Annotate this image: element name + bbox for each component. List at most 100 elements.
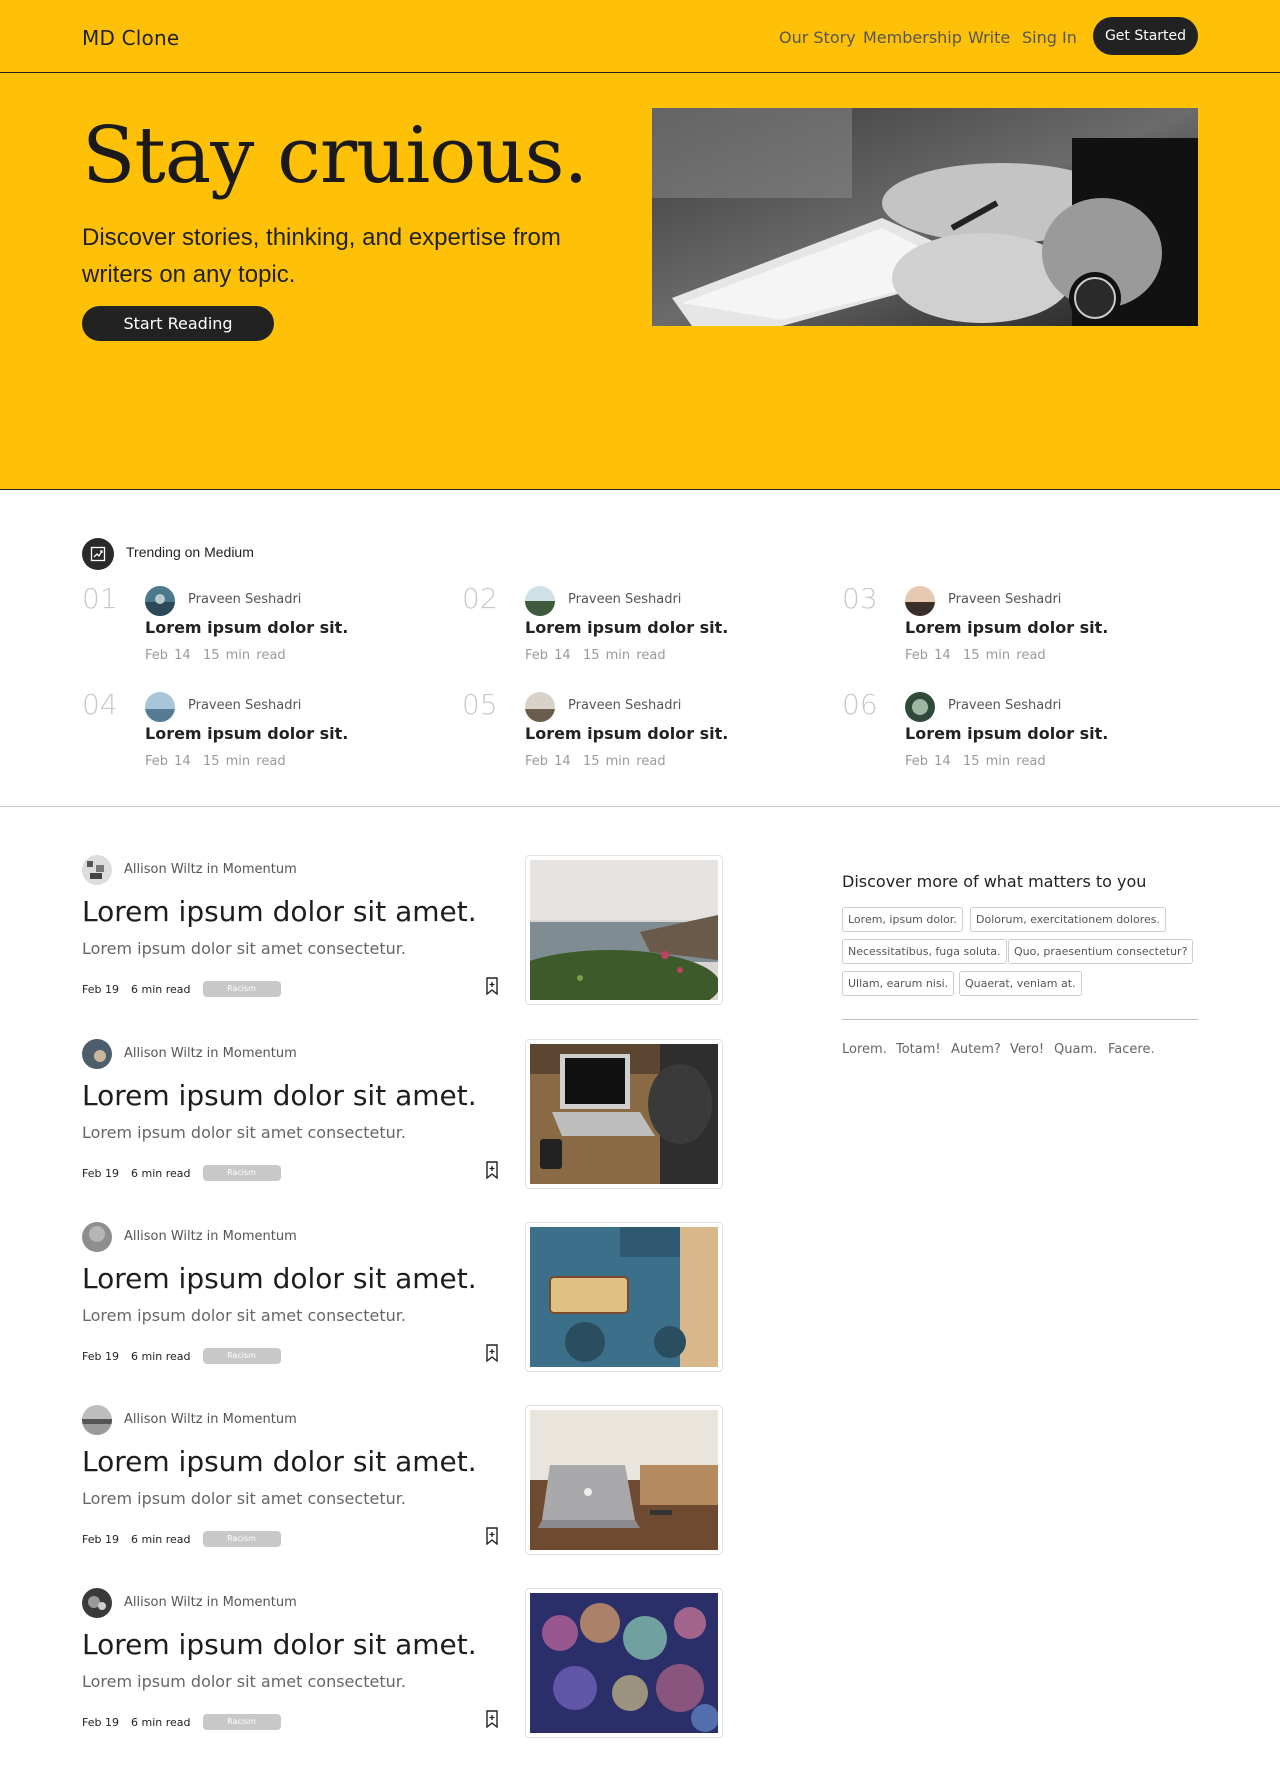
post-title[interactable]: Lorem ipsum dolor sit amet. (82, 1262, 477, 1295)
bookmark-icon[interactable] (484, 1710, 500, 1729)
get-started-button[interactable]: Get Started (1093, 17, 1198, 55)
hero-image (652, 108, 1198, 326)
post-image[interactable] (525, 855, 723, 1005)
post-card[interactable]: Allison Wiltz in Momentum Lorem ipsum do… (82, 1039, 723, 1224)
post-subtitle: Lorem ipsum dolor sit amet consectetur. (82, 1306, 406, 1325)
trending-meta: Feb 14 15 min read (145, 648, 286, 663)
topic-chip[interactable]: Quo, praesentium consectetur? (1008, 939, 1194, 964)
footer-link[interactable]: Vero! (1010, 1042, 1044, 1057)
trending-number: 04 (82, 688, 118, 721)
bookmark-icon[interactable] (484, 1527, 500, 1546)
post-author[interactable]: Allison Wiltz in Momentum (124, 1412, 297, 1427)
post-subtitle: Lorem ipsum dolor sit amet consectetur. (82, 939, 406, 958)
topic-chip[interactable]: Ullam, earum nisi. (842, 971, 955, 996)
post-read-time: 6 min read (130, 1349, 191, 1363)
post-image[interactable] (525, 1588, 723, 1738)
tag-badge[interactable]: Racism (202, 1348, 281, 1364)
post-title[interactable]: Lorem ipsum dolor sit amet. (82, 1079, 477, 1112)
tag-badge[interactable]: Racism (202, 1165, 281, 1181)
tag-badge[interactable]: Racism (202, 981, 281, 997)
avatar (82, 1405, 112, 1435)
trending-item[interactable]: 06 Praveen Seshadri Lorem ipsum dolor si… (842, 688, 1202, 778)
post-card[interactable]: Allison Wiltz in Momentum Lorem ipsum do… (82, 855, 723, 1040)
trending-title[interactable]: Lorem ipsum dolor sit. (145, 724, 348, 743)
topic-chip[interactable]: Necessitatibus, fuga soluta. (842, 939, 1007, 964)
post-subtitle: Lorem ipsum dolor sit amet consectetur. (82, 1123, 406, 1142)
trending-title[interactable]: Lorem ipsum dolor sit. (905, 724, 1108, 743)
post-read-time: 6 min read (130, 982, 191, 996)
post-read-time: 6 min read (130, 1715, 191, 1729)
hero-title: Stay cruious. (82, 111, 588, 201)
post-author[interactable]: Allison Wiltz in Momentum (124, 1229, 297, 1244)
post-author[interactable]: Allison Wiltz in Momentum (124, 1595, 297, 1610)
bookmark-icon[interactable] (484, 1161, 500, 1180)
start-reading-button[interactable]: Start Reading (82, 306, 274, 341)
avatar (905, 586, 935, 616)
post-card[interactable]: Allison Wiltz in Momentum Lorem ipsum do… (82, 1222, 723, 1407)
footer-link[interactable]: Quam. (1054, 1042, 1097, 1057)
trending-number: 06 (842, 688, 878, 721)
trending-number: 05 (462, 688, 498, 721)
trending-item[interactable]: 02 Praveen Seshadri Lorem ipsum dolor si… (462, 582, 822, 672)
nav-our-story[interactable]: Our Story (779, 28, 856, 47)
trending-item[interactable]: 04 Praveen Seshadri Lorem ipsum dolor si… (82, 688, 442, 778)
topic-chip[interactable]: Quaerat, veniam at. (959, 971, 1082, 996)
trending-item[interactable]: 05 Praveen Seshadri Lorem ipsum dolor si… (462, 688, 822, 778)
post-title[interactable]: Lorem ipsum dolor sit amet. (82, 1628, 477, 1661)
footer-link[interactable]: Totam! (896, 1042, 941, 1057)
post-title[interactable]: Lorem ipsum dolor sit amet. (82, 1445, 477, 1478)
nav-membership[interactable]: Membership (863, 28, 962, 47)
post-read-time: 6 min read (130, 1166, 191, 1180)
nav-sign-in[interactable]: Sing In (1022, 28, 1077, 47)
top-navbar: MD Clone Our Story Membership Write Sing… (0, 0, 1280, 73)
post-author[interactable]: Allison Wiltz in Momentum (124, 1046, 297, 1061)
trending-heading: Trending on Medium (126, 544, 254, 560)
post-title[interactable]: Lorem ipsum dolor sit amet. (82, 895, 477, 928)
post-read-time: 6 min read (130, 1532, 191, 1546)
trending-meta: Feb 14 15 min read (905, 648, 1046, 663)
avatar (145, 586, 175, 616)
trending-title[interactable]: Lorem ipsum dolor sit. (905, 618, 1108, 637)
trending-author: Praveen Seshadri (948, 698, 1062, 713)
post-date: Feb 19 (82, 1532, 119, 1546)
trending-title[interactable]: Lorem ipsum dolor sit. (525, 724, 728, 743)
avatar (145, 692, 175, 722)
trending-author: Praveen Seshadri (568, 592, 682, 607)
trending-item[interactable]: 01 Praveen Seshadri Lorem ipsum dolor si… (82, 582, 442, 672)
avatar (82, 1039, 112, 1069)
tag-badge[interactable]: Racism (202, 1531, 281, 1547)
topic-chip[interactable]: Dolorum, exercitationem dolores. (970, 907, 1166, 932)
footer-link[interactable]: Autem? (951, 1042, 1001, 1057)
post-author[interactable]: Allison Wiltz in Momentum (124, 862, 297, 877)
sidebar-heading: Discover more of what matters to you (842, 872, 1147, 891)
trending-meta: Feb 14 15 min read (905, 754, 1046, 769)
tag-badge[interactable]: Racism (202, 1714, 281, 1730)
footer-link[interactable]: Facere. (1108, 1042, 1155, 1057)
avatar (82, 1222, 112, 1252)
trending-item[interactable]: 03 Praveen Seshadri Lorem ipsum dolor si… (842, 582, 1202, 672)
post-image[interactable] (525, 1405, 723, 1555)
trending-number: 02 (462, 582, 498, 615)
trending-title[interactable]: Lorem ipsum dolor sit. (525, 618, 728, 637)
site-logo[interactable]: MD Clone (82, 26, 179, 50)
post-meta: Feb 19 6 min read Racism (82, 1348, 281, 1364)
post-meta: Feb 19 6 min read Racism (82, 981, 281, 997)
post-card[interactable]: Allison Wiltz in Momentum Lorem ipsum do… (82, 1588, 723, 1773)
footer-link[interactable]: Lorem. (842, 1042, 887, 1057)
nav-write[interactable]: Write (968, 28, 1010, 47)
post-card[interactable]: Allison Wiltz in Momentum Lorem ipsum do… (82, 1405, 723, 1590)
avatar (905, 692, 935, 722)
post-date: Feb 19 (82, 1166, 119, 1180)
post-image[interactable] (525, 1222, 723, 1372)
trending-author: Praveen Seshadri (568, 698, 682, 713)
topic-chip[interactable]: Lorem, ipsum dolor. (842, 907, 963, 932)
trending-title[interactable]: Lorem ipsum dolor sit. (145, 618, 348, 637)
post-image[interactable] (525, 1039, 723, 1189)
post-meta: Feb 19 6 min read Racism (82, 1714, 281, 1730)
bookmark-icon[interactable] (484, 1344, 500, 1363)
avatar (525, 586, 555, 616)
bookmark-icon[interactable] (484, 977, 500, 996)
avatar (82, 855, 112, 885)
sidebar-divider (842, 1019, 1198, 1020)
post-date: Feb 19 (82, 1715, 119, 1729)
